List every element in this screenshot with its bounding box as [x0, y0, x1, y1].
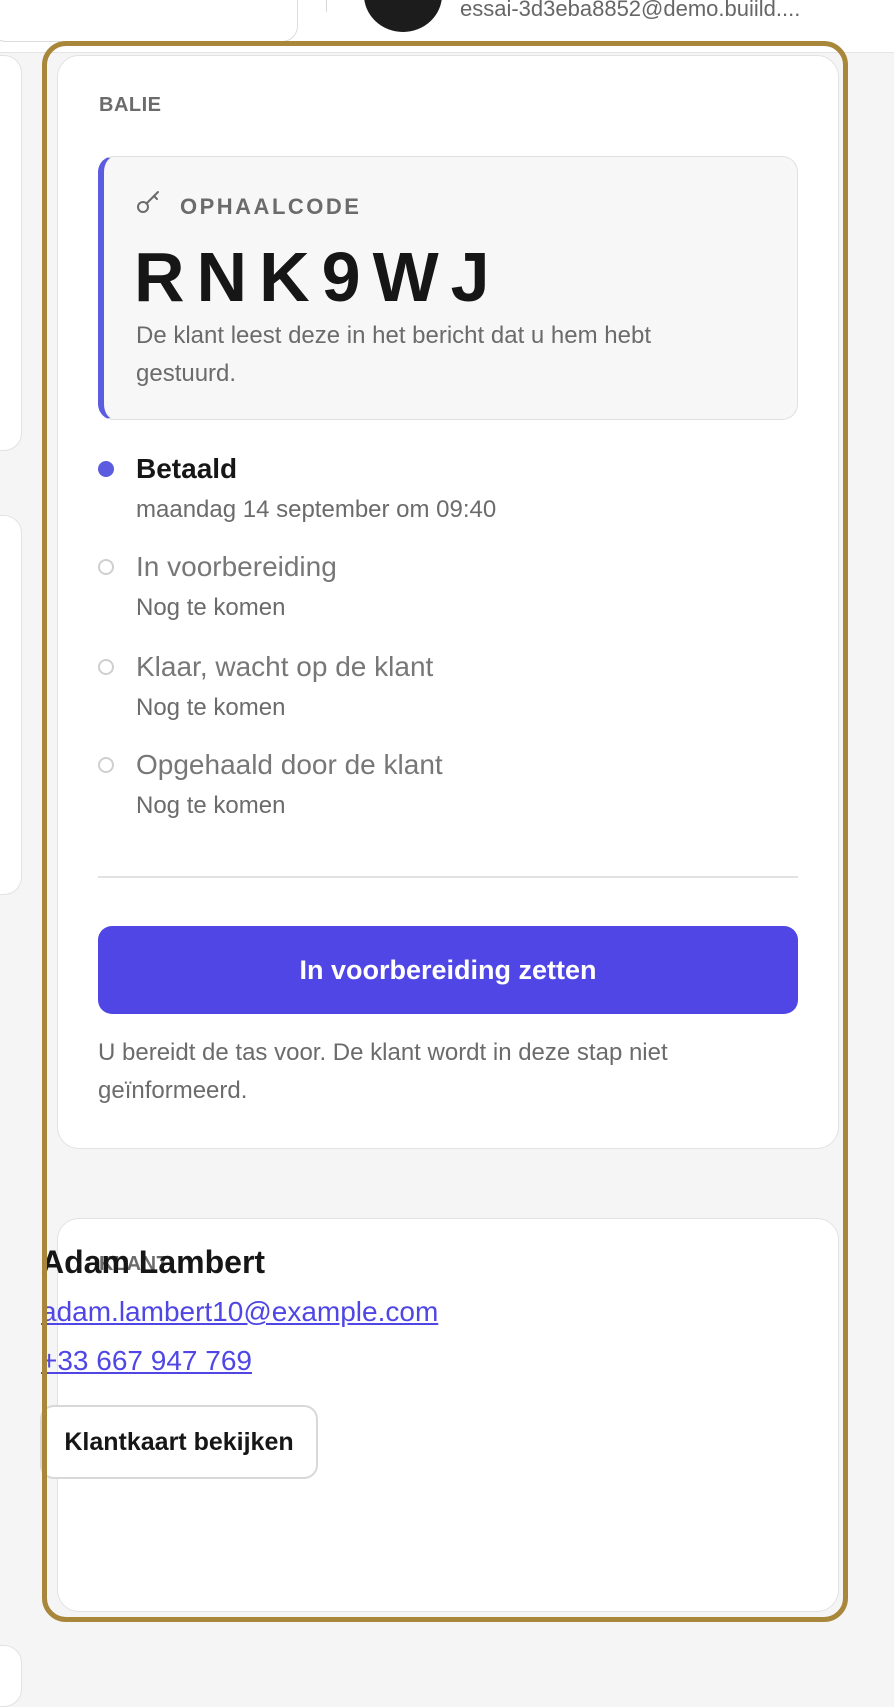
side-card-partial: [0, 1645, 22, 1707]
side-card-partial: [0, 515, 22, 895]
focus-highlight-frame: [42, 41, 848, 1622]
user-email: essai-3d3eba8852@demo.buiild....: [460, 0, 801, 21]
avatar[interactable]: [364, 0, 442, 32]
topbar-divider: [326, 0, 327, 12]
side-card-partial: [0, 55, 22, 451]
toolbar-pill: [0, 0, 298, 42]
